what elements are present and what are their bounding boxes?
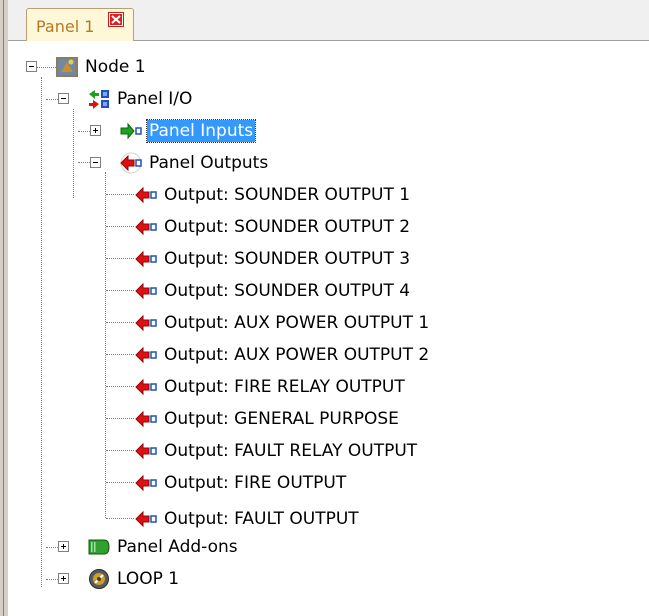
expand-panel-inputs-toggle[interactable] [90, 125, 101, 136]
tree-node-output[interactable]: Output: AUX POWER OUTPUT 2 [134, 343, 431, 367]
collapse-panel-io-toggle[interactable] [58, 93, 69, 104]
tree-node-node-1[interactable]: Node 1 [55, 55, 148, 79]
output-arrow-icon [134, 184, 158, 206]
output-arrow-icon [134, 508, 158, 530]
tree-node-label: Output: FIRE RELAY OUTPUT [164, 377, 405, 397]
tree-view[interactable]: Node 1 Panel I/O Panel Inputs Panel Outp… [8, 41, 649, 616]
tree-node-panel-outputs[interactable]: Panel Outputs [119, 151, 270, 175]
tab-panel-1[interactable]: Panel 1 [26, 8, 134, 41]
panel-io-icon [87, 88, 111, 110]
expand-panel-addons-toggle[interactable] [58, 541, 69, 552]
output-arrow-icon [134, 472, 158, 494]
tab-label: Panel 1 [36, 17, 95, 36]
collapse-node-1-toggle[interactable] [26, 61, 37, 72]
tree-node-panel-io[interactable]: Panel I/O [87, 87, 194, 111]
tree-node-label: Panel Add-ons [117, 537, 238, 557]
tree-node-label: Output: AUX POWER OUTPUT 2 [164, 345, 430, 365]
output-arrow-icon [134, 312, 158, 334]
tree-node-label: Node 1 [85, 57, 146, 77]
input-arrow-icon [119, 120, 143, 142]
addon-card-icon [87, 536, 111, 558]
tree-node-label: Output: SOUNDER OUTPUT 4 [164, 281, 411, 301]
expand-loop-1-toggle[interactable] [58, 573, 69, 584]
tree-node-label: Output: AUX POWER OUTPUT 1 [164, 313, 430, 333]
tree-node-output[interactable]: Output: SOUNDER OUTPUT 1 [134, 183, 412, 207]
tree-node-output[interactable]: Output: FAULT OUTPUT [134, 507, 361, 531]
node-icon [55, 56, 79, 78]
output-arrow-icon [134, 248, 158, 270]
tree-node-output[interactable]: Output: SOUNDER OUTPUT 4 [134, 279, 412, 303]
loop-icon [87, 568, 111, 590]
tree-node-label: Output: FAULT RELAY OUTPUT [164, 441, 418, 461]
tab-strip: Panel 1 [8, 0, 649, 41]
tree-node-label: Output: FAULT OUTPUT [164, 509, 359, 529]
close-icon[interactable] [108, 12, 124, 27]
tree-node-loop-1[interactable]: LOOP 1 [87, 567, 181, 591]
output-arrow-icon [119, 152, 143, 174]
tree-node-panel-inputs[interactable]: Panel Inputs [119, 119, 257, 143]
tree-node-label: Panel Outputs [149, 153, 269, 173]
output-arrow-icon [134, 280, 158, 302]
tree-node-label: Panel I/O [117, 89, 193, 109]
output-arrow-icon [134, 344, 158, 366]
tree-node-output[interactable]: Output: GENERAL PURPOSE [134, 407, 401, 431]
tree-node-output[interactable]: Output: AUX POWER OUTPUT 1 [134, 311, 431, 335]
tree-node-output[interactable]: Output: FIRE RELAY OUTPUT [134, 375, 407, 399]
tree-node-output[interactable]: Output: SOUNDER OUTPUT 3 [134, 247, 412, 271]
tree-node-output[interactable]: Output: FIRE OUTPUT [134, 471, 348, 495]
tree-node-panel-addons[interactable]: Panel Add-ons [87, 535, 240, 559]
output-arrow-icon [134, 376, 158, 398]
output-arrow-icon [134, 440, 158, 462]
tree-node-label: Output: SOUNDER OUTPUT 1 [164, 185, 411, 205]
tree-node-label: Output: SOUNDER OUTPUT 3 [164, 249, 411, 269]
output-arrow-icon [134, 408, 158, 430]
collapse-panel-outputs-toggle[interactable] [90, 157, 101, 168]
tree-node-label: Output: FIRE OUTPUT [164, 473, 347, 493]
tree-node-output[interactable]: Output: SOUNDER OUTPUT 2 [134, 215, 412, 239]
tree-node-label: Output: GENERAL PURPOSE [164, 409, 399, 429]
tree-node-label: Panel Inputs [145, 119, 257, 143]
tree-node-label: LOOP 1 [117, 569, 180, 589]
output-arrow-icon [134, 216, 158, 238]
tree-node-label: Output: SOUNDER OUTPUT 2 [164, 217, 411, 237]
tree-node-output[interactable]: Output: FAULT RELAY OUTPUT [134, 439, 419, 463]
